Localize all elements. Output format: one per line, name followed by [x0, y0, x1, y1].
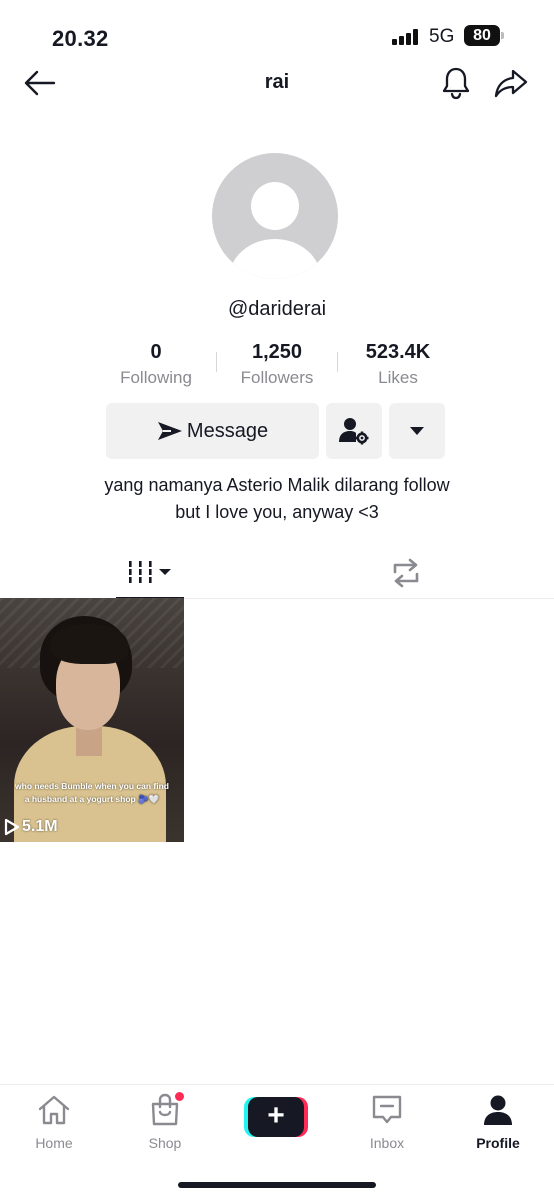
stat-following-label: Following	[120, 368, 192, 387]
nav-profile-label: Profile	[476, 1135, 520, 1151]
home-indicator	[178, 1182, 376, 1188]
nav-inbox-label: Inbox	[369, 1135, 405, 1151]
battery-icon: 80	[464, 25, 500, 46]
share-button[interactable]	[492, 64, 530, 102]
stat-likes-value: 523.4K	[365, 341, 431, 363]
stat-likes[interactable]: 523.4K Likes	[348, 340, 448, 388]
shop-notification-dot	[174, 1091, 185, 1102]
thumbnail-figure-fringe	[50, 624, 128, 664]
video-caption: who needs Bumble when you can find a hus…	[15, 781, 169, 804]
share-arrow-icon	[494, 69, 528, 98]
battery-cap	[501, 32, 504, 39]
plus-icon: +	[248, 1097, 304, 1137]
home-icon	[9, 1091, 99, 1129]
message-button-label: Message	[186, 419, 269, 442]
bio-line: yang namanya Asterio Malik dilarang foll…	[104, 475, 450, 495]
profile-header: rai	[0, 60, 554, 106]
stat-followers-label: Followers	[240, 368, 314, 387]
repost-icon	[393, 558, 419, 588]
signal-icon	[392, 29, 422, 45]
bell-icon	[442, 67, 470, 100]
stat-followers[interactable]: 1,250 Followers	[227, 340, 327, 388]
nav-shop[interactable]: Shop	[120, 1091, 210, 1151]
nav-inbox[interactable]: Inbox	[342, 1091, 432, 1151]
avatar-placeholder-head	[251, 182, 299, 230]
nav-home[interactable]: Home	[9, 1091, 99, 1151]
shopping-bag-icon	[120, 1091, 210, 1129]
nav-home-label: Home	[35, 1135, 73, 1151]
more-options-button[interactable]	[389, 403, 445, 459]
avatar-placeholder-body	[229, 239, 321, 279]
video-view-count: 5.1M	[4, 818, 58, 836]
stat-likes-label: Likes	[378, 368, 418, 387]
send-icon	[157, 422, 182, 440]
nav-shop-label: Shop	[148, 1135, 182, 1151]
play-icon	[4, 818, 20, 836]
stat-divider	[337, 352, 338, 372]
tab-reposts[interactable]	[386, 553, 426, 593]
content-tabs	[0, 545, 554, 599]
profile-icon	[453, 1091, 543, 1129]
stat-divider	[216, 352, 217, 372]
video-views-label: 5.1M	[22, 818, 58, 835]
status-time: 20.32	[52, 26, 109, 51]
stat-following[interactable]: 0 Following	[106, 340, 206, 388]
person-settings-icon	[339, 418, 369, 445]
tab-videos[interactable]	[116, 545, 184, 599]
grid-bars-icon	[129, 561, 171, 583]
stat-following-value: 0	[150, 341, 162, 363]
avatar[interactable]	[212, 153, 338, 279]
create-button[interactable]: +	[244, 1097, 308, 1137]
profile-username: @dariderai	[227, 298, 327, 320]
message-button[interactable]: Message	[106, 403, 319, 459]
profile-bio: yang namanya Asterio Malik dilarang foll…	[0, 472, 554, 526]
caret-down-icon	[410, 427, 424, 435]
notification-button[interactable]	[438, 64, 474, 102]
bio-line: but I love you, anyway <3	[175, 502, 379, 522]
network-label: 5G	[429, 26, 455, 47]
nav-profile[interactable]: Profile	[453, 1091, 543, 1151]
inbox-icon	[342, 1091, 432, 1129]
friend-settings-button[interactable]	[326, 403, 382, 459]
stat-followers-value: 1,250	[251, 341, 303, 363]
